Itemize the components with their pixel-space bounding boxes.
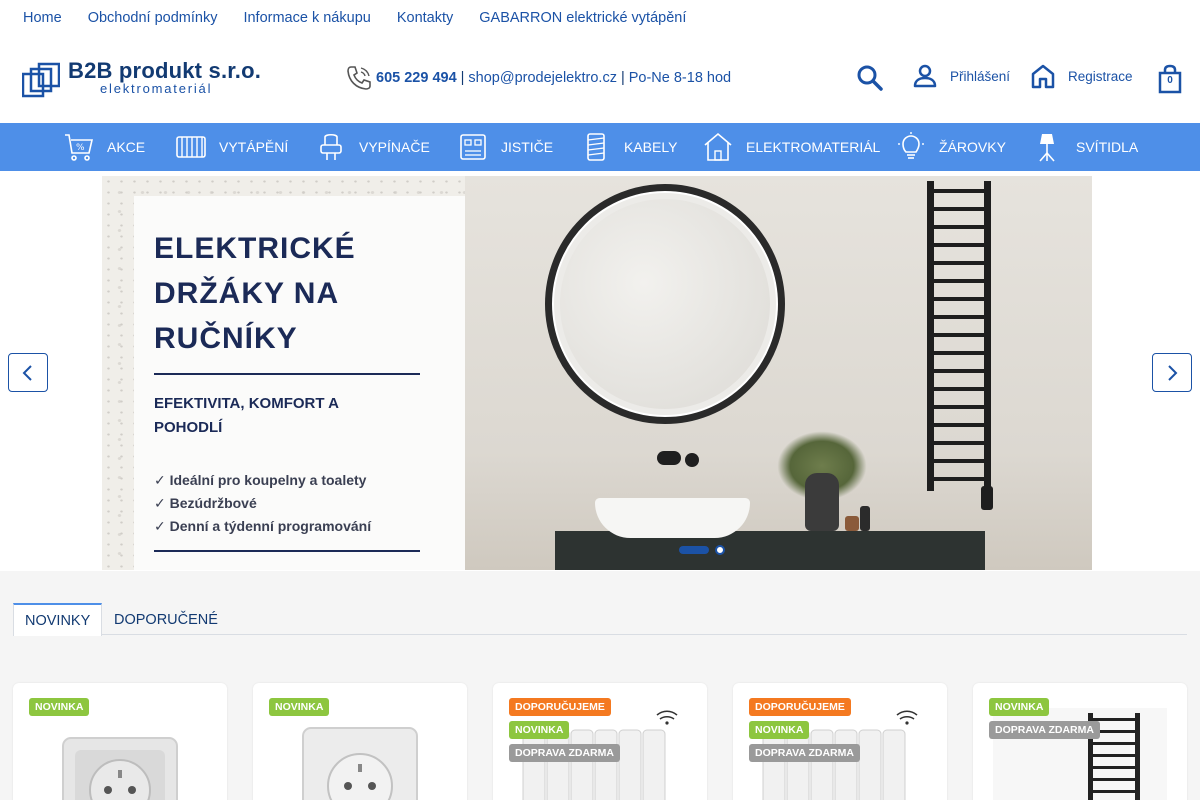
feature-item: ✓ Ideální pro koupelny a toalety — [154, 472, 367, 488]
lamp-icon — [1039, 134, 1055, 162]
mirror-image — [545, 184, 785, 424]
separator: | — [460, 70, 465, 86]
product-badges: DOPORUČUJEME NOVINKA DOPRAVA ZDARMA — [749, 698, 860, 762]
carousel-dots — [679, 545, 725, 555]
chevron-left-icon — [22, 364, 32, 381]
category-elektromaterial[interactable]: ELEKTROMATERIÁL — [702, 123, 895, 171]
feature-item: ✓ Denní a týdenní programování — [154, 518, 372, 534]
link-purchase-info[interactable]: Informace k nákupu — [243, 10, 370, 26]
phone-number[interactable]: 605 229 494 — [376, 70, 457, 86]
product-card[interactable]: NOVINKA — [253, 683, 467, 800]
link-contacts[interactable]: Kontakty — [397, 10, 453, 26]
phone-icon — [347, 66, 371, 90]
badge-new: NOVINKA — [989, 698, 1050, 716]
towel-rail-image — [927, 181, 993, 510]
badge-new: NOVINKA — [269, 698, 330, 716]
product-badges: NOVINKA — [29, 698, 90, 716]
badge-free-shipping: DOPRAVA ZDARMA — [509, 744, 620, 762]
badge-free-shipping: DOPRAVA ZDARMA — [749, 744, 860, 762]
product-badges: DOPORUČUJEME NOVINKA DOPRAVA ZDARMA — [509, 698, 620, 762]
opening-hours: Po-Ne 8-18 hod — [628, 70, 732, 86]
divider — [154, 373, 420, 375]
category-label: AKCE — [107, 139, 146, 155]
banner-carousel: ELEKTRICKÉ DRŽÁKY NA RUČNÍKY EFEKTIVITA,… — [0, 171, 1200, 571]
top-links: Home Obchodní podmínky Informace k nákup… — [0, 0, 1200, 36]
logo[interactable]: B2B produkt s.r.o. elektromateriál — [22, 58, 272, 100]
banner-features: ✓ Ideální pro koupelny a toalety ✓ Bezúd… — [154, 469, 371, 538]
link-gabarron[interactable]: GABARRON elektrické vytápění — [479, 10, 686, 26]
socket-icon — [62, 737, 178, 800]
category-kabely[interactable]: KABELY — [580, 123, 702, 171]
category-label: VYPÍNAČE — [359, 139, 430, 155]
svg-text:%: % — [76, 143, 85, 153]
radiator-icon — [176, 136, 206, 158]
category-label: JISTIČE — [501, 139, 554, 155]
tab-doporucene[interactable]: DOPORUČENÉ — [103, 603, 229, 636]
banner-text-panel: ELEKTRICKÉ DRŽÁKY NA RUČNÍKY EFEKTIVITA,… — [102, 176, 465, 570]
login-button[interactable]: Přihlášení — [912, 63, 1010, 89]
link-terms[interactable]: Obchodní podmínky — [88, 10, 218, 26]
register-button[interactable]: Registrace — [1030, 63, 1133, 89]
header: B2B produkt s.r.o. elektromateriál 605 2… — [0, 36, 1200, 123]
product-card[interactable]: NOVINKA DOPRAVA ZDARMA — [973, 683, 1187, 800]
category-label: KABELY — [624, 139, 678, 155]
category-label: ŽÁROVKY — [939, 139, 1006, 155]
banner-subtitle: EFEKTIVITA, KOMFORT A POHODLÍ — [154, 395, 339, 436]
email-link[interactable]: shop@prodejelektro.cz — [468, 70, 617, 86]
category-label: VYTÁPĚNÍ — [219, 139, 289, 155]
category-zarovky[interactable]: ŽÁROVKY — [895, 123, 1032, 171]
bulb-icon — [898, 132, 924, 159]
contact-info: 605 229 494 | shop@prodejelektro.cz | Po… — [345, 63, 731, 93]
badge-recommended: DOPORUČUJEME — [509, 698, 611, 716]
cable-icon — [587, 133, 605, 161]
product-badges: NOVINKA DOPRAVA ZDARMA — [989, 698, 1100, 739]
register-label: Registrace — [1068, 68, 1133, 84]
tab-novinky[interactable]: NOVINKY — [13, 603, 103, 636]
breaker-icon — [460, 134, 486, 160]
category-label: SVÍTIDLA — [1076, 139, 1139, 155]
product-card[interactable]: DOPORUČUJEME NOVINKA DOPRAVA ZDARMA — [493, 683, 707, 800]
chevron-right-icon — [1168, 364, 1178, 381]
search-icon[interactable] — [856, 64, 884, 92]
product-tabs: NOVINKY DOPORUČENÉ — [13, 603, 1187, 636]
category-svitidla[interactable]: SVÍTIDLA — [1032, 123, 1152, 171]
cart-count: 0 — [1167, 75, 1173, 86]
cart-button[interactable]: 0 — [1157, 64, 1183, 94]
separator: | — [620, 70, 625, 86]
banner-slide[interactable]: ELEKTRICKÉ DRŽÁKY NA RUČNÍKY EFEKTIVITA,… — [102, 176, 1092, 570]
carousel-dot-1[interactable] — [679, 546, 709, 554]
carousel-dot-2[interactable] — [715, 545, 725, 555]
carousel-next-button[interactable] — [1152, 353, 1192, 392]
category-vypinace[interactable]: VYPÍNAČE — [315, 123, 457, 171]
product-card[interactable]: NOVINKA — [13, 683, 227, 800]
link-home[interactable]: Home — [23, 10, 62, 26]
badge-new: NOVINKA — [29, 698, 90, 716]
user-icon — [913, 64, 937, 88]
banner-photo — [465, 176, 1092, 570]
badge-new: NOVINKA — [509, 721, 570, 739]
badge-recommended: DOPORUČUJEME — [749, 698, 851, 716]
banner-title: ELEKTRICKÉ DRŽÁKY NA RUČNÍKY — [154, 232, 356, 355]
category-vytapeni[interactable]: VYTÁPĚNÍ — [175, 123, 315, 171]
house-icon — [704, 132, 732, 161]
feature-item: ✓ Bezúdržbové — [154, 495, 257, 511]
sale-cart-icon: % — [65, 134, 94, 161]
category-akce[interactable]: % AKCE — [63, 123, 175, 171]
badge-free-shipping: DOPRAVA ZDARMA — [989, 721, 1100, 739]
home-icon — [1031, 64, 1055, 89]
product-badges: NOVINKA — [269, 698, 330, 716]
category-jistice[interactable]: JISTIČE — [457, 123, 580, 171]
badge-new: NOVINKA — [749, 721, 810, 739]
carousel-prev-button[interactable] — [8, 353, 48, 392]
product-card[interactable]: DOPORUČUJEME NOVINKA DOPRAVA ZDARMA — [733, 683, 947, 800]
divider — [154, 550, 420, 552]
category-label: ELEKTROMATERIÁL — [746, 139, 881, 155]
basin-image — [595, 498, 750, 538]
login-label: Přihlášení — [950, 68, 1011, 84]
category-nav: % AKCE VYTÁPĚNÍ VYPÍNAČE JISTIČE KABELY … — [0, 123, 1200, 171]
logo-tagline: elektromateriál — [100, 81, 213, 96]
switch-icon — [320, 133, 342, 160]
logo-icon — [22, 62, 60, 98]
socket-icon — [302, 727, 418, 800]
